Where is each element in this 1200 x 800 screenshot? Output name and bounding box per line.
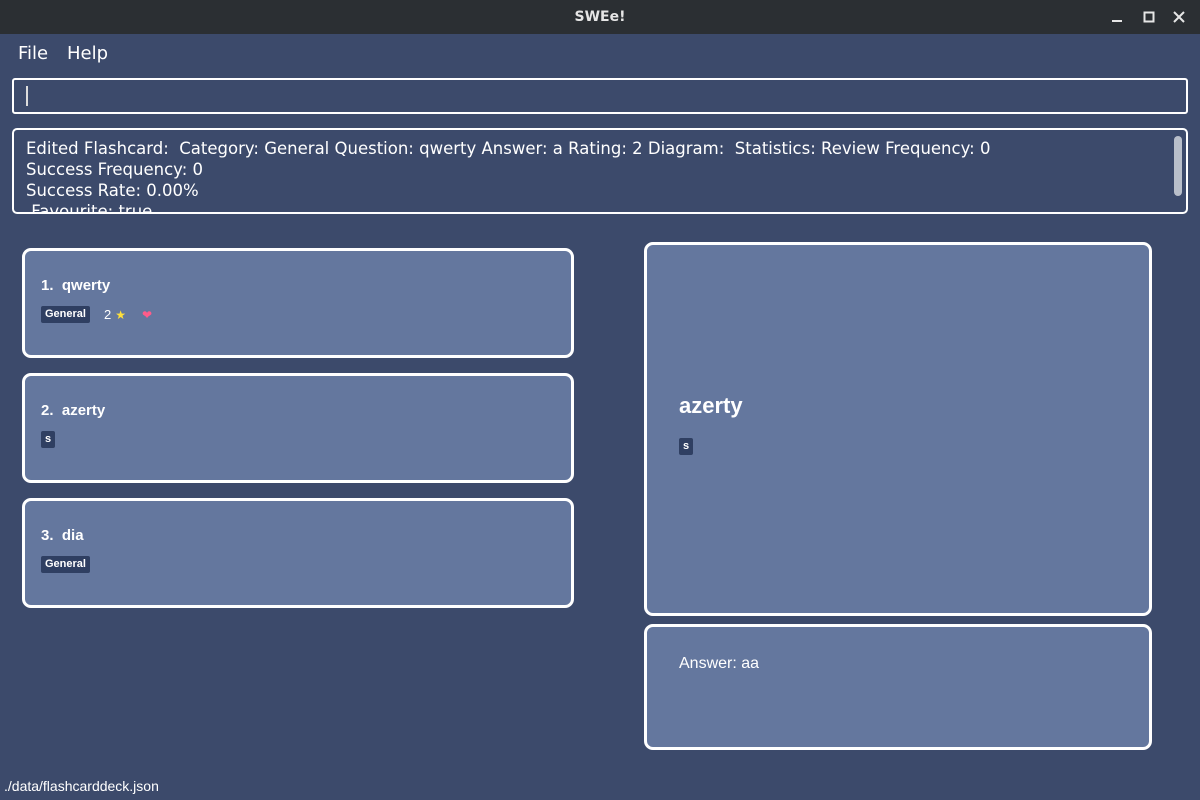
result-display[interactable]: Edited Flashcard: Category: General Ques… [12, 128, 1188, 214]
title-bar: SWEe! [0, 0, 1200, 34]
minimize-icon[interactable] [1107, 7, 1127, 27]
flashcard-index: 1. [41, 277, 54, 294]
flashcard-item-1[interactable]: 1. qwerty General 2 ★ ❤ [22, 248, 574, 358]
detail-tags: s [679, 438, 694, 455]
flashcard-question: 2. azerty [41, 402, 105, 419]
flashcard-question-text: azerty [61, 402, 106, 419]
close-icon[interactable] [1169, 7, 1189, 27]
detail-question: azerty [679, 393, 743, 418]
category-tag: General [41, 556, 90, 573]
result-line: Favourite: true [26, 202, 153, 214]
window-title: SWEe! [574, 9, 626, 25]
flashcard-index: 2. [41, 402, 54, 419]
answer-panel: Answer: aa [644, 624, 1152, 750]
result-line: Edited Flashcard: Category: General Ques… [26, 139, 991, 158]
category-tag: s [41, 431, 56, 448]
flashcard-tags: s [41, 431, 56, 448]
result-scrollbar[interactable] [1174, 136, 1182, 196]
flashcard-question-text: dia [61, 527, 84, 544]
heart-icon: ❤ [141, 307, 153, 322]
rating-value: 2 [103, 307, 112, 322]
menu-file[interactable]: File [18, 43, 48, 64]
star-icon: ★ [115, 307, 126, 322]
flashcard-item-2[interactable]: 2. azerty s [22, 373, 574, 483]
flashcard-question-text: qwerty [61, 277, 111, 294]
flashcard-tags: General [41, 556, 90, 573]
result-text: Edited Flashcard: Category: General Ques… [26, 138, 1166, 214]
flashcard-detail-panel: azerty s [644, 242, 1152, 616]
category-tag: General [41, 306, 90, 323]
category-tag: s [679, 438, 694, 455]
answer-text: Answer: aa [679, 655, 760, 672]
flashcard-tags: General 2 ★ ❤ [41, 306, 152, 323]
menu-help[interactable]: Help [67, 43, 108, 64]
flashcard-index: 3. [41, 527, 54, 544]
result-line: Success Frequency: 0 [26, 160, 204, 179]
flashcard-item-3[interactable]: 3. dia General [22, 498, 574, 608]
status-bar-path: ./data/flashcarddeck.json [4, 778, 159, 794]
command-box[interactable] [12, 78, 1188, 114]
flashcard-question: 1. qwerty [41, 277, 110, 294]
command-input[interactable] [24, 83, 1178, 111]
maximize-icon[interactable] [1139, 7, 1159, 27]
result-line: Success Rate: 0.00% [26, 181, 199, 200]
flashcard-question: 3. dia [41, 527, 84, 544]
menu-bar: File Help [0, 34, 1200, 74]
